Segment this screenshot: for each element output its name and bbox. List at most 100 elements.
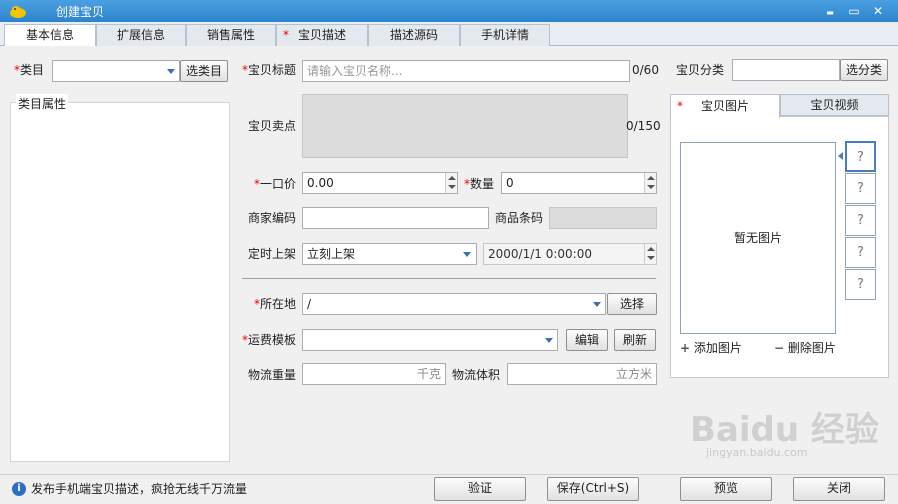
thumbnail-slot-3[interactable]: ? [845,205,876,236]
title-input[interactable]: 请输入宝贝名称... [302,60,630,82]
category-label: *类目 [14,60,44,80]
price-label: *一口价 [254,174,296,194]
maximize-icon: ▭ [848,4,860,18]
weight-input[interactable]: 千克 [302,363,446,385]
weight-label: 物流重量 [248,368,297,382]
thumbnail-slot-4[interactable]: ? [845,237,876,268]
minus-icon: − [774,341,785,355]
category-attributes-panel [10,102,230,462]
selling-point-label: 宝贝卖点 [248,119,297,133]
no-image-text: 暂无图片 [733,231,782,245]
quantity-label: *数量 [464,174,494,194]
close-icon: ✕ [872,4,884,18]
tab-label: 宝贝描述 [297,28,346,42]
watermark-logo: Baidu 经验 [690,410,879,450]
volume-label: 物流体积 [452,368,501,382]
select-location-button[interactable]: 选择 [607,293,657,315]
tab-label: 手机详情 [480,28,529,42]
delete-image-button[interactable]: − 删除图片 [774,338,836,358]
status-message: 发布手机端宝贝描述，疯抢无线千万流量 [31,482,248,496]
stepper-up-icon[interactable] [647,247,655,251]
app-logo-icon [10,6,26,18]
tab-extended-info[interactable]: 扩展信息 [96,24,186,46]
location-label: *所在地 [254,294,296,314]
maximize-button[interactable]: ▭ [846,3,862,19]
plus-icon: + [680,341,691,355]
main-image-preview[interactable]: 暂无图片 [680,142,836,334]
schedule-label: 定时上架 [248,247,297,261]
add-image-label: 添加图片 [693,341,742,355]
tab-label: 基本信息 [25,28,74,42]
tab-label: 描述源码 [389,28,438,42]
chevron-down-icon[interactable] [545,338,553,343]
title-char-count: 0/60 [632,63,659,77]
merchant-code-label: 商家编码 [248,211,297,225]
close-window-button[interactable]: ✕ [870,3,886,19]
tab-basic-info[interactable]: 基本信息 [4,24,96,47]
quantity-input[interactable]: 0 [501,172,657,194]
datetime-stepper[interactable] [644,244,656,264]
save-button[interactable]: 保存(Ctrl+S) [547,477,639,501]
thumbnail-slot-1[interactable]: ? [845,141,876,172]
thumbnail-slot-2[interactable]: ? [845,173,876,204]
shop-category-input[interactable] [732,59,840,81]
tab-sales-attributes[interactable]: 销售属性 [186,24,276,46]
select-shop-category-button[interactable]: 选分类 [840,59,888,81]
quantity-stepper[interactable] [644,173,656,193]
category-select[interactable] [52,60,180,82]
title-label-text: 宝贝标题 [248,63,297,77]
required-mark: * [283,28,289,42]
required-mark: * [677,99,683,113]
schedule-select[interactable]: 立刻上架 [302,243,477,265]
price-stepper[interactable] [445,173,457,193]
location-select[interactable]: / [302,293,606,315]
refresh-template-button[interactable]: 刷新 [614,329,656,351]
selling-point-char-count: 0/150 [626,119,661,133]
stepper-down-icon[interactable] [647,185,655,189]
tab-item-video[interactable]: 宝贝视频 [780,94,889,116]
barcode-input[interactable] [549,207,657,229]
add-image-button[interactable]: + 添加图片 [680,338,742,358]
title-label: *宝贝标题 [242,60,296,80]
watermark-url: jingyan.baidu.com [706,446,808,459]
tab-label: 宝贝视频 [810,98,859,112]
verify-button[interactable]: 验证 [434,477,526,501]
shipping-label-text: 运费模板 [248,333,297,347]
stepper-down-icon[interactable] [647,256,655,260]
merchant-code-input[interactable] [302,207,489,229]
volume-input[interactable]: 立方米 [507,363,657,385]
delete-image-label: 删除图片 [787,341,836,355]
shipping-template-select[interactable] [302,329,558,351]
category-label-text: 类目 [20,63,45,77]
edit-template-button[interactable]: 编辑 [566,329,608,351]
tab-description[interactable]: * 宝贝描述 [276,24,368,46]
select-category-button[interactable]: 选类目 [180,60,228,82]
close-button[interactable]: 关闭 [793,477,885,501]
tab-description-source[interactable]: 描述源码 [368,24,460,46]
stepper-down-icon[interactable] [448,185,456,189]
price-input[interactable]: 0.00 [302,172,458,194]
category-attributes-label: 类目属性 [16,94,69,114]
selected-thumb-pointer-icon [838,152,843,160]
window-title: 创建宝贝 [56,5,105,19]
tab-label: 扩展信息 [116,28,165,42]
selling-point-textarea[interactable] [302,94,628,158]
tab-item-images[interactable]: * 宝贝图片 [670,94,780,118]
location-label-text: 所在地 [260,297,297,311]
tab-label: 宝贝图片 [700,99,749,113]
tab-mobile-details[interactable]: 手机详情 [460,24,550,46]
minimize-icon: ▬ [826,8,834,17]
price-label-text: 一口价 [260,177,297,191]
stepper-up-icon[interactable] [647,176,655,180]
chevron-down-icon[interactable] [463,252,471,257]
title-bar[interactable] [0,0,898,22]
form-divider [242,278,656,279]
quantity-label-text: 数量 [470,177,495,191]
schedule-datetime-input[interactable]: 2000/1/1 0:00:00 [483,243,657,265]
thumbnail-slot-5[interactable]: ? [845,269,876,300]
chevron-down-icon[interactable] [593,302,601,307]
stepper-up-icon[interactable] [448,176,456,180]
minimize-button[interactable]: ▬ [822,3,838,19]
preview-button[interactable]: 预览 [680,477,772,501]
info-icon: i [12,482,26,496]
